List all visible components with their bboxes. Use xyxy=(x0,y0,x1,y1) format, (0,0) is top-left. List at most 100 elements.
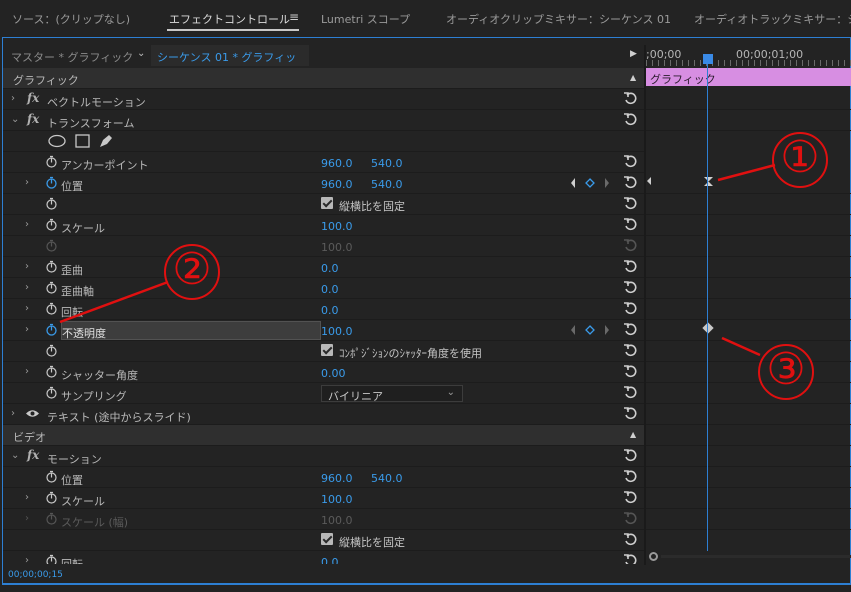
twirl-closed-icon[interactable]: › xyxy=(25,261,29,272)
checkbox-checked[interactable] xyxy=(321,344,333,356)
tab-lumetri-scopes[interactable]: Lumetri スコープ xyxy=(321,11,410,26)
fx-icon[interactable]: fx xyxy=(27,91,39,105)
reset-icon[interactable] xyxy=(623,553,637,564)
prop-motion-scale[interactable]: › スケール 100.0 xyxy=(3,488,644,509)
tab-effect-controls[interactable]: エフェクトコントロール xyxy=(169,11,290,26)
prop-motion-uniform-scale[interactable]: 縦横比を固定 xyxy=(3,530,644,551)
prop-motion-position[interactable]: 位置 960.0 540.0 xyxy=(3,467,644,488)
value[interactable]: 0.0 xyxy=(321,262,339,275)
prop-motion-rotation[interactable]: › 回転 0.0 xyxy=(3,551,644,564)
play-triangle-icon[interactable]: ▶ xyxy=(630,49,637,59)
prop-sampling[interactable]: サンプリング バイリニア ⌄ xyxy=(3,383,644,404)
playhead[interactable] xyxy=(703,54,713,64)
stopwatch-icon[interactable] xyxy=(45,218,58,231)
prop-rotation[interactable]: › 回転 0.0 xyxy=(3,299,644,320)
value-x[interactable]: 960.0 xyxy=(321,472,353,485)
stopwatch-icon[interactable] xyxy=(45,554,58,564)
reset-icon[interactable] xyxy=(623,196,637,210)
prop-skew[interactable]: › 歪曲 0.0 xyxy=(3,257,644,278)
sampling-select[interactable]: バイリニア ⌄ xyxy=(321,385,463,403)
value-x[interactable]: 960.0 xyxy=(321,178,353,191)
reset-icon[interactable] xyxy=(623,469,637,483)
reset-icon[interactable] xyxy=(623,154,637,168)
zoom-scroll-track[interactable] xyxy=(661,555,851,558)
time-ruler[interactable] xyxy=(646,60,851,66)
reset-icon[interactable] xyxy=(623,343,637,357)
twirl-closed-icon[interactable]: › xyxy=(25,282,29,293)
prop-anchor-point[interactable]: アンカーポイント 960.0 540.0 xyxy=(3,152,644,173)
effect-motion[interactable]: ⌄ fx モーション xyxy=(3,446,644,467)
position-keyframe-icon[interactable] xyxy=(703,176,714,187)
section-graphic[interactable]: グラフィック ▲ xyxy=(3,68,644,89)
prop-position[interactable]: › 位置 960.0 540.0 xyxy=(3,173,644,194)
tab-audio-track-mixer[interactable]: オーディオトラックミキサー：シ xyxy=(694,11,851,26)
value[interactable]: 0.0 xyxy=(321,283,339,296)
stopwatch-icon[interactable] xyxy=(45,344,58,357)
panel-menu-icon[interactable]: ≡ xyxy=(289,10,299,24)
checkbox-checked[interactable] xyxy=(321,533,333,545)
prop-opacity[interactable]: › 不透明度 100.0 xyxy=(3,320,644,341)
prop-uniform-scale[interactable]: 縦横比を固定 xyxy=(3,194,644,215)
reset-icon[interactable] xyxy=(623,490,637,504)
zoom-scroll-handle[interactable] xyxy=(649,552,658,561)
effect-timeline[interactable]: ;00;00 00;00;01;00 グラフィック xyxy=(646,45,851,565)
checkbox-checked[interactable] xyxy=(321,197,333,209)
reset-icon[interactable] xyxy=(623,259,637,273)
keyframe-navigator[interactable] xyxy=(570,324,610,336)
reset-icon[interactable] xyxy=(623,406,637,420)
tab-source[interactable]: ソース：(クリップなし) xyxy=(12,11,130,26)
value-y[interactable]: 540.0 xyxy=(371,178,403,191)
stopwatch-icon[interactable] xyxy=(45,302,58,315)
reset-icon[interactable] xyxy=(623,301,637,315)
reset-icon[interactable] xyxy=(623,532,637,546)
value[interactable]: 100.0 xyxy=(321,325,353,338)
value-x[interactable]: 960.0 xyxy=(321,157,353,170)
reset-icon[interactable] xyxy=(623,175,637,189)
stopwatch-icon[interactable] xyxy=(45,386,58,399)
keyframe-navigator[interactable] xyxy=(570,177,610,189)
effect-vector-motion[interactable]: › fx ベクトルモーション xyxy=(3,89,644,110)
sequence-clip-label[interactable]: シーケンス 01 * グラフィック xyxy=(151,45,309,80)
chevron-down-icon[interactable]: ⌄ xyxy=(137,48,145,59)
current-timecode[interactable]: 00;00;00;15 xyxy=(8,570,63,580)
reset-icon[interactable] xyxy=(623,385,637,399)
twirl-closed-icon[interactable]: › xyxy=(25,555,29,564)
stopwatch-icon[interactable] xyxy=(45,470,58,483)
stopwatch-icon[interactable] xyxy=(45,365,58,378)
opacity-keyframe-icon[interactable] xyxy=(702,322,714,334)
twirl-closed-icon[interactable]: › xyxy=(25,303,29,314)
prop-composition-shutter[interactable]: ｺﾝﾎﾟｼﾞｼｮﾝのｼｬｯﾀｰ角度を使用 xyxy=(3,341,644,362)
prop-skew-axis[interactable]: › 歪曲軸 0.0 xyxy=(3,278,644,299)
prop-shutter-angle[interactable]: › シャッター角度 0.00 xyxy=(3,362,644,383)
master-clip-label[interactable]: マスター * グラフィック xyxy=(11,49,133,65)
effect-transform[interactable]: ⌄ fx トランスフォーム xyxy=(3,110,644,131)
reset-icon[interactable] xyxy=(623,364,637,378)
section-video[interactable]: ビデオ ▲ xyxy=(3,425,644,446)
stopwatch-icon[interactable] xyxy=(45,281,58,294)
value-y[interactable]: 540.0 xyxy=(371,157,403,170)
twirl-closed-icon[interactable]: › xyxy=(25,366,29,377)
stopwatch-active-icon[interactable] xyxy=(45,176,58,189)
reset-icon[interactable] xyxy=(623,112,637,126)
value[interactable]: 0.00 xyxy=(321,367,346,380)
twirl-closed-icon[interactable]: › xyxy=(25,492,29,503)
twirl-closed-icon[interactable]: › xyxy=(25,324,29,335)
stopwatch-icon[interactable] xyxy=(45,491,58,504)
stopwatch-active-icon[interactable] xyxy=(45,323,58,336)
fx-icon[interactable]: fx xyxy=(27,448,39,462)
twirl-closed-icon[interactable]: › xyxy=(25,177,29,188)
tab-audio-clip-mixer[interactable]: オーディオクリップミキサー：シーケンス 01 xyxy=(446,11,671,26)
collapse-up-icon[interactable]: ▲ xyxy=(630,73,636,82)
stopwatch-icon[interactable] xyxy=(45,197,58,210)
prop-scale[interactable]: › スケール 100.0 xyxy=(3,215,644,236)
reset-icon[interactable] xyxy=(623,448,637,462)
reset-icon[interactable] xyxy=(623,322,637,336)
value[interactable]: 0.0 xyxy=(321,304,339,317)
stopwatch-icon[interactable] xyxy=(45,260,58,273)
stopwatch-icon[interactable] xyxy=(45,155,58,168)
reset-icon[interactable] xyxy=(623,217,637,231)
clip-bar[interactable]: グラフィック xyxy=(646,68,851,86)
eye-icon[interactable] xyxy=(25,407,40,420)
twirl-closed-icon[interactable]: › xyxy=(11,93,15,104)
reset-icon[interactable] xyxy=(623,280,637,294)
